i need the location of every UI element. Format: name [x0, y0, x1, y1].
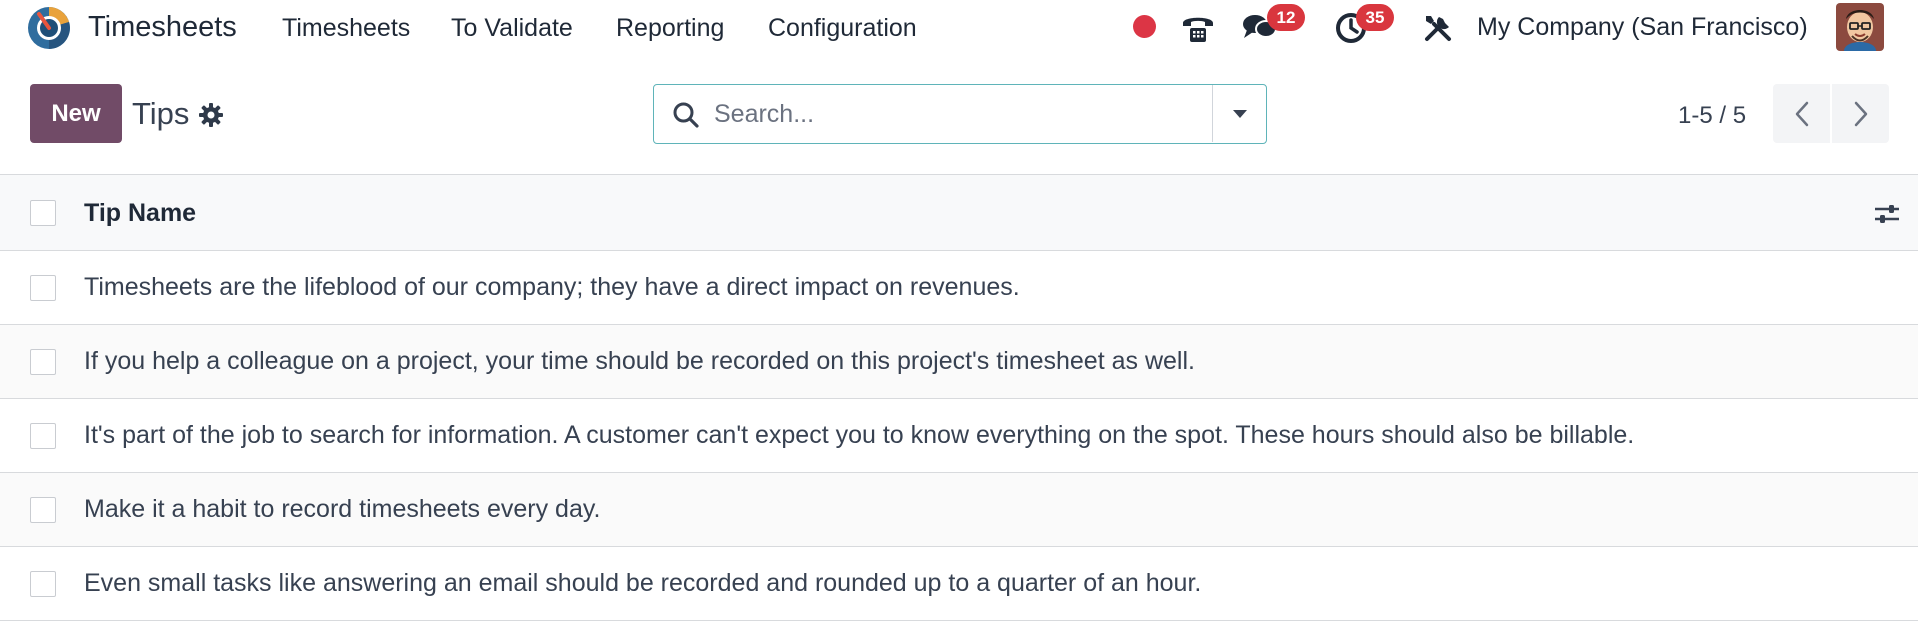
tip-name-cell: Even small tasks like answering an email… — [84, 569, 1202, 597]
row-checkbox[interactable] — [30, 349, 56, 375]
activities-count-badge: 35 — [1356, 4, 1394, 31]
tips-list: Tip Name Timesheets are the lifeblood of… — [0, 174, 1918, 621]
row-checkbox[interactable] — [30, 571, 56, 597]
timesheets-app-icon[interactable] — [25, 4, 73, 52]
row-checkbox[interactable] — [30, 275, 56, 301]
table-row[interactable]: Even small tasks like answering an email… — [0, 547, 1918, 621]
search-input[interactable] — [714, 97, 1194, 131]
menu-configuration[interactable]: Configuration — [768, 13, 917, 43]
recording-dot-icon[interactable] — [1133, 15, 1156, 38]
row-checkbox[interactable] — [30, 497, 56, 523]
table-row[interactable]: It's part of the job to search for infor… — [0, 399, 1918, 473]
app-title[interactable]: Timesheets — [88, 10, 237, 44]
new-button[interactable]: New — [30, 84, 122, 143]
tip-name-cell: It's part of the job to search for infor… — [84, 421, 1635, 449]
row-checkbox[interactable] — [30, 423, 56, 449]
pager-next-button[interactable] — [1832, 84, 1889, 143]
tip-name-cell: Timesheets are the lifeblood of our comp… — [84, 273, 1020, 301]
chevron-right-icon — [1854, 101, 1867, 126]
list-header: Tip Name — [0, 175, 1918, 251]
pager-previous-button[interactable] — [1773, 84, 1830, 143]
top-navbar: Timesheets Timesheets To Validate Report… — [0, 0, 1918, 56]
table-row[interactable]: Timesheets are the lifeblood of our comp… — [0, 251, 1918, 325]
search-divider — [1212, 85, 1213, 142]
menu-reporting[interactable]: Reporting — [616, 13, 724, 43]
pager-value[interactable]: 1-5 / 5 — [1678, 101, 1746, 131]
user-avatar[interactable] — [1836, 3, 1884, 51]
search-options-toggle[interactable] — [1214, 85, 1266, 142]
company-switcher[interactable]: My Company (San Francisco) — [1477, 12, 1808, 42]
chevron-left-icon — [1795, 101, 1808, 126]
caret-down-icon — [1233, 109, 1247, 118]
tools-icon[interactable] — [1420, 10, 1456, 46]
tip-name-cell: Make it a habit to record timesheets eve… — [84, 495, 601, 523]
table-row[interactable]: If you help a colleague on a project, yo… — [0, 325, 1918, 399]
phone-icon[interactable] — [1180, 10, 1216, 46]
column-header-tip-name[interactable]: Tip Name — [84, 198, 196, 228]
page-title[interactable]: Tips — [132, 96, 189, 132]
select-all-checkbox[interactable] — [30, 200, 56, 226]
table-row[interactable]: Make it a habit to record timesheets eve… — [0, 473, 1918, 547]
tip-name-cell: If you help a colleague on a project, yo… — [84, 347, 1195, 375]
menu-to-validate[interactable]: To Validate — [451, 13, 573, 43]
gear-icon[interactable] — [198, 102, 224, 128]
messages-count-badge: 12 — [1267, 4, 1305, 31]
search-bar — [653, 84, 1267, 144]
search-icon — [672, 101, 700, 129]
menu-timesheets[interactable]: Timesheets — [282, 13, 410, 43]
optional-columns-icon[interactable] — [1872, 199, 1902, 229]
